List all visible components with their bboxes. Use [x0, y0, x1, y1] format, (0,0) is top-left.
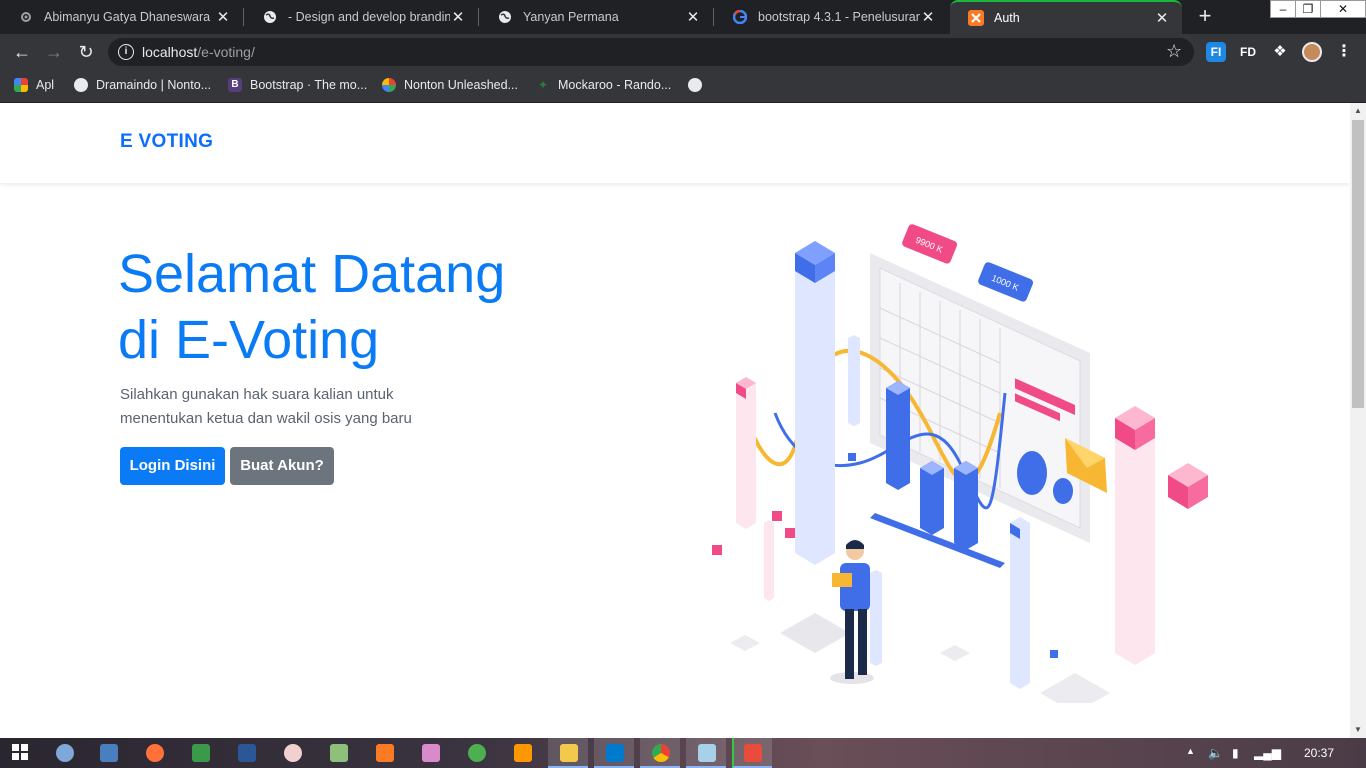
- forward-arrow-icon[interactable]: →: [42, 40, 66, 64]
- globe-icon: [497, 9, 513, 25]
- tab-design-branding[interactable]: - Design and develop branding ✕: [244, 0, 478, 34]
- bookmark-bootstrap[interactable]: B Bootstrap · The mo...: [228, 76, 367, 94]
- word-icon[interactable]: [238, 744, 256, 762]
- minimize-button[interactable]: –: [1270, 0, 1296, 18]
- restore-button[interactable]: ❐: [1295, 0, 1321, 18]
- bookmark-apps[interactable]: Apl: [14, 76, 54, 94]
- taskbar-app-icon[interactable]: [56, 744, 74, 762]
- xampp-icon: [968, 10, 984, 26]
- site-navbar: E VOTING: [0, 103, 1350, 183]
- tab-title: Auth: [994, 11, 1020, 25]
- signup-button[interactable]: Buat Akun?: [230, 447, 334, 485]
- pinwheel-icon: [382, 78, 396, 92]
- bookmark-label: Nonton Unleashed...: [404, 78, 518, 92]
- battery-icon[interactable]: ▮: [1232, 746, 1239, 760]
- hero-title-line2: di E-Voting: [118, 310, 380, 370]
- tab-yanyan-permana[interactable]: Yanyan Permana ✕: [479, 0, 713, 34]
- tab-title: Abimanyu Gatya Dhaneswara: [44, 10, 211, 24]
- close-icon[interactable]: ✕: [920, 8, 936, 26]
- apps-grid-icon: [14, 78, 28, 92]
- reload-icon[interactable]: ↻: [74, 40, 98, 64]
- hero-title-line1: Selamat Datang: [118, 244, 506, 304]
- google-icon: [732, 9, 748, 25]
- taskbar-clock[interactable]: 20:37: [1304, 746, 1334, 760]
- windows-start-icon[interactable]: [12, 744, 30, 762]
- bookmark-mockaroo[interactable]: ✦ Mockaroo - Rando...: [536, 76, 671, 94]
- network-signal-icon[interactable]: ▂▄▆: [1254, 746, 1281, 760]
- taskbar-app-icon[interactable]: [284, 744, 302, 762]
- bookmark-label: Mockaroo - Rando...: [558, 78, 672, 92]
- taskbar-app-icon[interactable]: [422, 744, 440, 762]
- new-tab-button[interactable]: +: [1192, 4, 1218, 30]
- url-host: localhost: [142, 44, 198, 60]
- close-icon[interactable]: ✕: [215, 8, 231, 26]
- address-bar[interactable]: [108, 38, 1194, 66]
- tray-chevron-icon[interactable]: ▲: [1186, 746, 1195, 756]
- back-arrow-icon[interactable]: ←: [10, 40, 34, 64]
- taskbar-app-icon[interactable]: [698, 744, 716, 762]
- hero-subtitle-line2: menentukan ketua dan wakil osis yang bar…: [120, 410, 412, 427]
- globe-icon: [262, 9, 278, 25]
- kangaroo-icon: ✦: [537, 78, 549, 92]
- bookmark-dramaindo[interactable]: Dramaindo | Nonto...: [74, 76, 211, 94]
- close-icon[interactable]: ✕: [1154, 9, 1170, 27]
- url-text[interactable]: localhost/e-voting/: [142, 44, 255, 60]
- hero-subtitle: Silahkan gunakan hak suara kalian untuk …: [120, 383, 480, 431]
- puzzle-icon[interactable]: ❖: [1270, 42, 1290, 62]
- sublime-icon[interactable]: [514, 744, 532, 762]
- extension-fd-icon[interactable]: FD: [1238, 42, 1258, 62]
- taskbar-app-icon[interactable]: [468, 744, 486, 762]
- firefox-icon[interactable]: [146, 744, 164, 762]
- tab-title: - Design and develop branding: [288, 10, 450, 24]
- vscode-icon[interactable]: [606, 744, 624, 762]
- bookmark-star-icon[interactable]: ☆: [1166, 41, 1182, 62]
- chrome-icon[interactable]: [652, 744, 670, 762]
- tab-title: Yanyan Permana: [523, 10, 619, 24]
- tab-title: bootstrap 4.3.1 - Penelusuran G: [758, 10, 920, 24]
- login-button[interactable]: Login Disini: [120, 447, 225, 485]
- hero-title: Selamat Datang di E-Voting: [118, 241, 638, 373]
- close-icon[interactable]: ✕: [450, 8, 466, 26]
- navbar-brand[interactable]: E VOTING: [120, 131, 213, 153]
- info-icon[interactable]: i: [118, 44, 134, 60]
- speaker-icon[interactable]: 🔈: [1208, 746, 1223, 760]
- close-icon[interactable]: ✕: [685, 8, 701, 26]
- extension-fi-icon[interactable]: FI: [1206, 42, 1226, 62]
- bookmark-label: Apl: [36, 78, 55, 92]
- file-explorer-icon[interactable]: [560, 744, 578, 762]
- bootstrap-icon: B: [228, 78, 242, 92]
- tab-abimanyu[interactable]: Abimanyu Gatya Dhaneswara ✕: [0, 0, 243, 34]
- scroll-down-arrow-icon[interactable]: ▼: [1350, 722, 1366, 738]
- scroll-up-arrow-icon[interactable]: ▲: [1350, 103, 1366, 119]
- menu-kebab-icon[interactable]: ⋮: [1334, 42, 1354, 62]
- scrollbar-thumb[interactable]: [1352, 120, 1364, 408]
- tab-bootstrap-search[interactable]: bootstrap 4.3.1 - Penelusuran G ✕: [714, 0, 948, 34]
- play-circle-icon: [74, 78, 88, 92]
- taskbar-shield-icon[interactable]: [100, 744, 118, 762]
- xampp-taskbar-icon[interactable]: [376, 744, 394, 762]
- bookmark-nonton[interactable]: Nonton Unleashed...: [382, 76, 518, 94]
- url-path: /e-voting/: [197, 44, 255, 60]
- hero-illustration: 9900 K 1000 K: [712, 224, 1208, 703]
- bookmark-globe[interactable]: [688, 76, 710, 94]
- taskbar-app-icon[interactable]: [744, 744, 762, 762]
- gear-icon: [18, 9, 34, 25]
- window-close-button[interactable]: ✕: [1320, 0, 1366, 18]
- bookmark-label: Bootstrap · The mo...: [250, 78, 368, 92]
- tab-auth[interactable]: Auth ✕: [950, 0, 1182, 34]
- page-viewport: E VOTING Selamat Datang di E-Voting Sila…: [0, 103, 1350, 738]
- hero-subtitle-line1: Silahkan gunakan hak suara kalian untuk: [120, 386, 394, 403]
- taskbar-app-icon[interactable]: [330, 744, 348, 762]
- taskbar-app-icon[interactable]: [192, 744, 210, 762]
- bookmark-label: Dramaindo | Nonto...: [96, 78, 212, 92]
- globe-icon: [688, 78, 702, 92]
- avatar[interactable]: [1302, 42, 1322, 62]
